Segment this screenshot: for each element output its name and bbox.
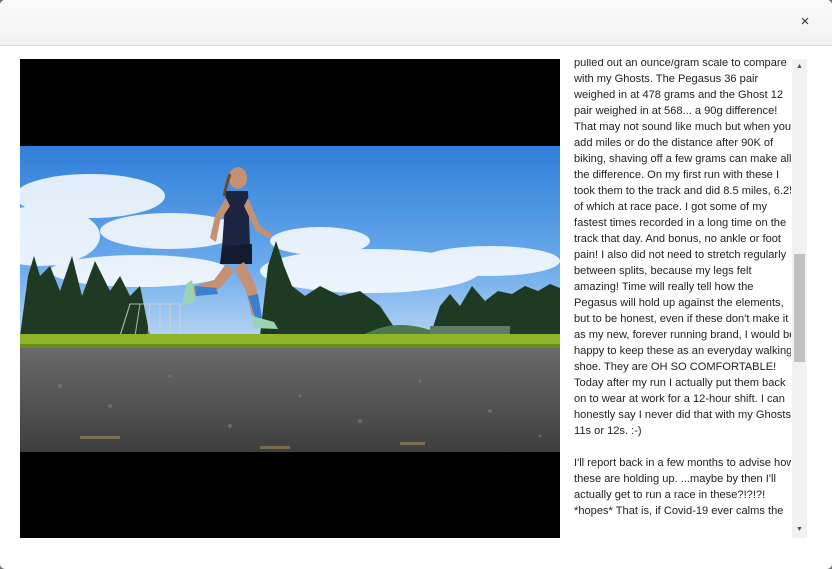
review-dialog: × pulled out an ounce/gram scale to comp…	[0, 0, 832, 569]
close-button[interactable]: ×	[796, 13, 814, 31]
scroll-up-arrow-icon[interactable]: ▲	[792, 59, 807, 75]
review-photo	[20, 59, 560, 538]
scrollbar-thumb[interactable]	[794, 254, 805, 362]
review-text-pane[interactable]: Pegasus to weigh them against my Ghosts.…	[574, 59, 791, 538]
scroll-down-arrow-icon[interactable]: ▼	[792, 522, 807, 538]
vertical-scrollbar[interactable]: ▲ ▼	[792, 59, 807, 538]
runner-on-track-image	[20, 146, 560, 452]
review-text: Pegasus to weigh them against my Ghosts.…	[574, 59, 791, 535]
dialog-header: ×	[0, 0, 832, 46]
review-paragraph: Pegasus to weigh them against my Ghosts.…	[574, 59, 791, 437]
review-paragraph: I'll report back in a few months to advi…	[574, 457, 791, 517]
